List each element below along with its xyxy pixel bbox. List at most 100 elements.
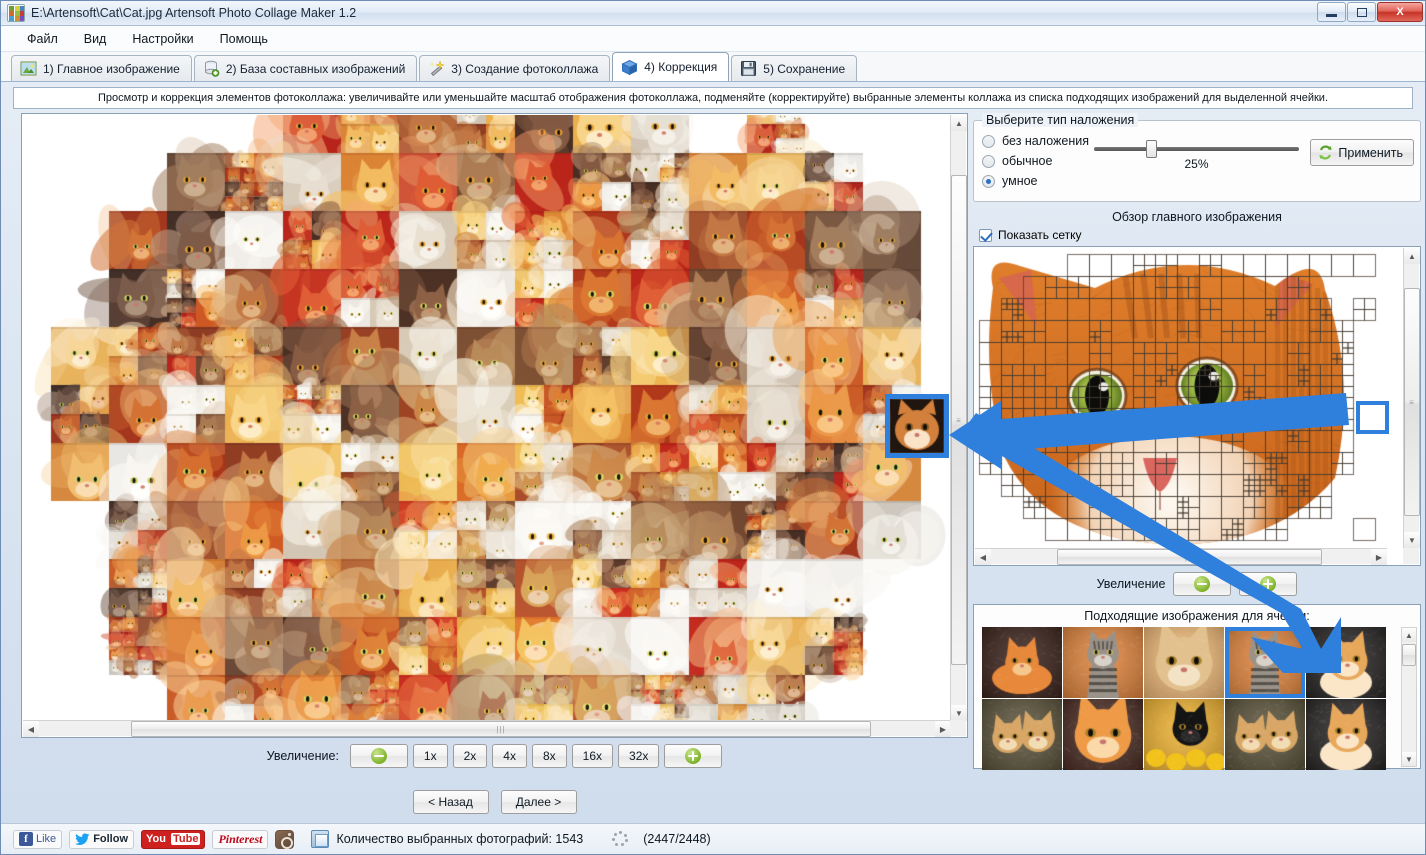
matching-images-panel: Подходящие изображения для ячейки: ▲ ▼ (973, 604, 1421, 770)
twitter-label: Follow (93, 833, 129, 845)
preview-scroll-down-arrow[interactable]: ▼ (1404, 532, 1420, 548)
tab-image-database[interactable]: 2) База составных изображений (193, 55, 418, 81)
preview-horizontal-scroll-thumb[interactable]: ||| (1057, 549, 1322, 565)
facebook-icon: f (19, 832, 33, 846)
menu-view[interactable]: Вид (72, 28, 119, 50)
matching-thumbnail-grid[interactable] (982, 627, 1392, 770)
tab-label: 3) Создание фотоколлажа (451, 61, 599, 76)
youtube-button[interactable]: You Tube (141, 829, 206, 849)
pinterest-button[interactable]: Pinterest (212, 829, 269, 849)
scroll-left-arrow[interactable]: ◀ (23, 721, 39, 737)
scroll-right-arrow[interactable]: ▶ (935, 721, 951, 737)
preview-scroll-up-arrow[interactable]: ▲ (1404, 248, 1420, 264)
preview-zoom-in-button[interactable] (1239, 572, 1298, 596)
thumb-ginger-kitten-2[interactable] (1306, 699, 1386, 770)
zoom-8x-button[interactable]: 8x (531, 744, 567, 768)
collage-panel: ▲ ≡ ▼ ◀ ||| ▶ (21, 113, 968, 738)
close-button[interactable]: X (1377, 2, 1423, 22)
instagram-button[interactable] (275, 829, 295, 849)
show-grid-label: Показать сетку (998, 228, 1082, 242)
matching-scroll-down-arrow[interactable]: ▼ (1402, 752, 1416, 766)
facebook-label: Like (36, 833, 57, 845)
zoom-16x-button[interactable]: 16x (571, 744, 614, 768)
thumb-tabby-orange-bg[interactable] (1063, 627, 1143, 698)
show-grid-row[interactable]: Показать сетку (979, 228, 1421, 242)
right-panel: Выберите тип наложения без наложения обы… (973, 113, 1421, 770)
twitter-follow-button[interactable]: Follow (69, 829, 135, 849)
preview-title: Обзор главного изображения (1112, 210, 1282, 224)
blue-box-icon (621, 59, 638, 76)
window-controls: X (1316, 2, 1423, 22)
radio-smart-icon[interactable] (982, 174, 995, 188)
youtube-label2: Tube (170, 833, 201, 845)
thumb-persian-closeup[interactable] (1144, 627, 1224, 698)
overlay-type-group: Выберите тип наложения без наложения обы… (973, 113, 1421, 202)
wizard-tabs: 1) Главное изображение 2) База составных… (1, 52, 1425, 82)
picture-icon (20, 60, 37, 77)
matching-vertical-scrollbar[interactable]: ▲ ▼ (1401, 627, 1417, 767)
tab-correction[interactable]: 4) Коррекция (612, 52, 730, 81)
twitter-icon (75, 832, 90, 846)
thumb-two-kittens-2[interactable] (1225, 699, 1305, 770)
facebook-like-button[interactable]: f Like (13, 829, 63, 849)
vertical-scroll-thumb[interactable]: ≡ (951, 175, 967, 665)
zoom-in-button[interactable] (664, 744, 723, 768)
thumb-two-kittens[interactable] (982, 699, 1062, 770)
zoom-out-button[interactable] (349, 744, 408, 768)
preview-vertical-scrollbar[interactable]: ▲ ≡ ▼ (1403, 248, 1420, 548)
overlay-strength-slider[interactable]: 25% (1094, 140, 1299, 171)
slider-track[interactable] (1094, 140, 1299, 158)
thumb-tabby-orange-bg-2[interactable] (1225, 627, 1305, 698)
zoom-1x-button[interactable]: 1x (412, 744, 448, 768)
preview-scrollbar-corner (1403, 548, 1419, 564)
menu-file[interactable]: Файл (15, 28, 70, 50)
main-image-canvas[interactable] (975, 248, 1387, 548)
scroll-down-arrow[interactable]: ▼ (951, 705, 967, 721)
horizontal-scroll-thumb[interactable]: ||| (131, 721, 871, 737)
collage-horizontal-scrollbar[interactable]: ◀ ||| ▶ (23, 720, 951, 737)
collage-vertical-scrollbar[interactable]: ▲ ≡ ▼ (950, 115, 967, 721)
preview-zoom-out-button[interactable] (1173, 572, 1232, 596)
scroll-up-arrow[interactable]: ▲ (951, 115, 967, 131)
scrollbar-corner (950, 720, 966, 736)
restore-button[interactable] (1347, 2, 1376, 22)
collage-viewport[interactable] (23, 115, 951, 721)
next-button[interactable]: Далее > (500, 790, 577, 814)
preview-zoom-row: Увеличение (973, 572, 1421, 596)
slider-knob[interactable] (1146, 140, 1157, 158)
radio-none-icon[interactable] (982, 134, 995, 148)
back-button[interactable]: < Назад (412, 790, 489, 814)
tab-label: 1) Главное изображение (43, 61, 180, 76)
matching-scroll-up-arrow[interactable]: ▲ (1402, 628, 1416, 642)
preview-vertical-scroll-thumb[interactable]: ≡ (1404, 288, 1420, 516)
photo-collage-image[interactable] (23, 115, 951, 721)
thumb-black-cat-sunflower[interactable] (1144, 699, 1224, 770)
thumb-orange-cat-dark[interactable] (982, 627, 1062, 698)
apply-button[interactable]: Применить (1310, 139, 1414, 166)
thumb-ginger-cat-face[interactable] (1063, 699, 1143, 770)
matching-scroll-thumb[interactable] (1402, 644, 1416, 666)
show-grid-checkbox[interactable] (979, 228, 992, 242)
app-window: E:\Artensoft\Cat\Cat.jpg Artensoft Photo… (0, 0, 1426, 855)
preview-zoom-label: Увеличение (1096, 577, 1166, 591)
menu-help[interactable]: Помощь (208, 28, 280, 50)
preview-scroll-right-arrow[interactable]: ▶ (1371, 549, 1387, 565)
preview-horizontal-scrollbar[interactable]: ◀ ||| ▶ (975, 548, 1387, 565)
radio-normal-icon[interactable] (982, 154, 995, 168)
zoom-4x-button[interactable]: 4x (492, 744, 527, 768)
overlay-option-smart[interactable]: умное (982, 171, 1412, 191)
thumb-ginger-kitten-selected[interactable] (1306, 627, 1386, 698)
minimize-button[interactable] (1317, 2, 1346, 22)
tab-create-collage[interactable]: 3) Создание фотоколлажа (419, 55, 611, 81)
zoom-in-icon (685, 748, 702, 764)
preview-scroll-left-arrow[interactable]: ◀ (975, 549, 991, 565)
menu-bar: Файл Вид Настройки Помощь (1, 26, 1425, 52)
tab-main-image[interactable]: 1) Главное изображение (11, 55, 192, 81)
zoom-out-icon (1194, 576, 1211, 592)
menu-settings[interactable]: Настройки (120, 28, 205, 50)
zoom-32x-button[interactable]: 32x (618, 744, 660, 768)
zoom-2x-button[interactable]: 2x (452, 744, 488, 768)
overlay-group-title: Выберите тип наложения (982, 113, 1139, 127)
main-image-preview[interactable]: ▲ ≡ ▼ ◀ ||| ▶ (973, 246, 1421, 566)
tab-save[interactable]: 5) Сохранение (731, 55, 858, 81)
